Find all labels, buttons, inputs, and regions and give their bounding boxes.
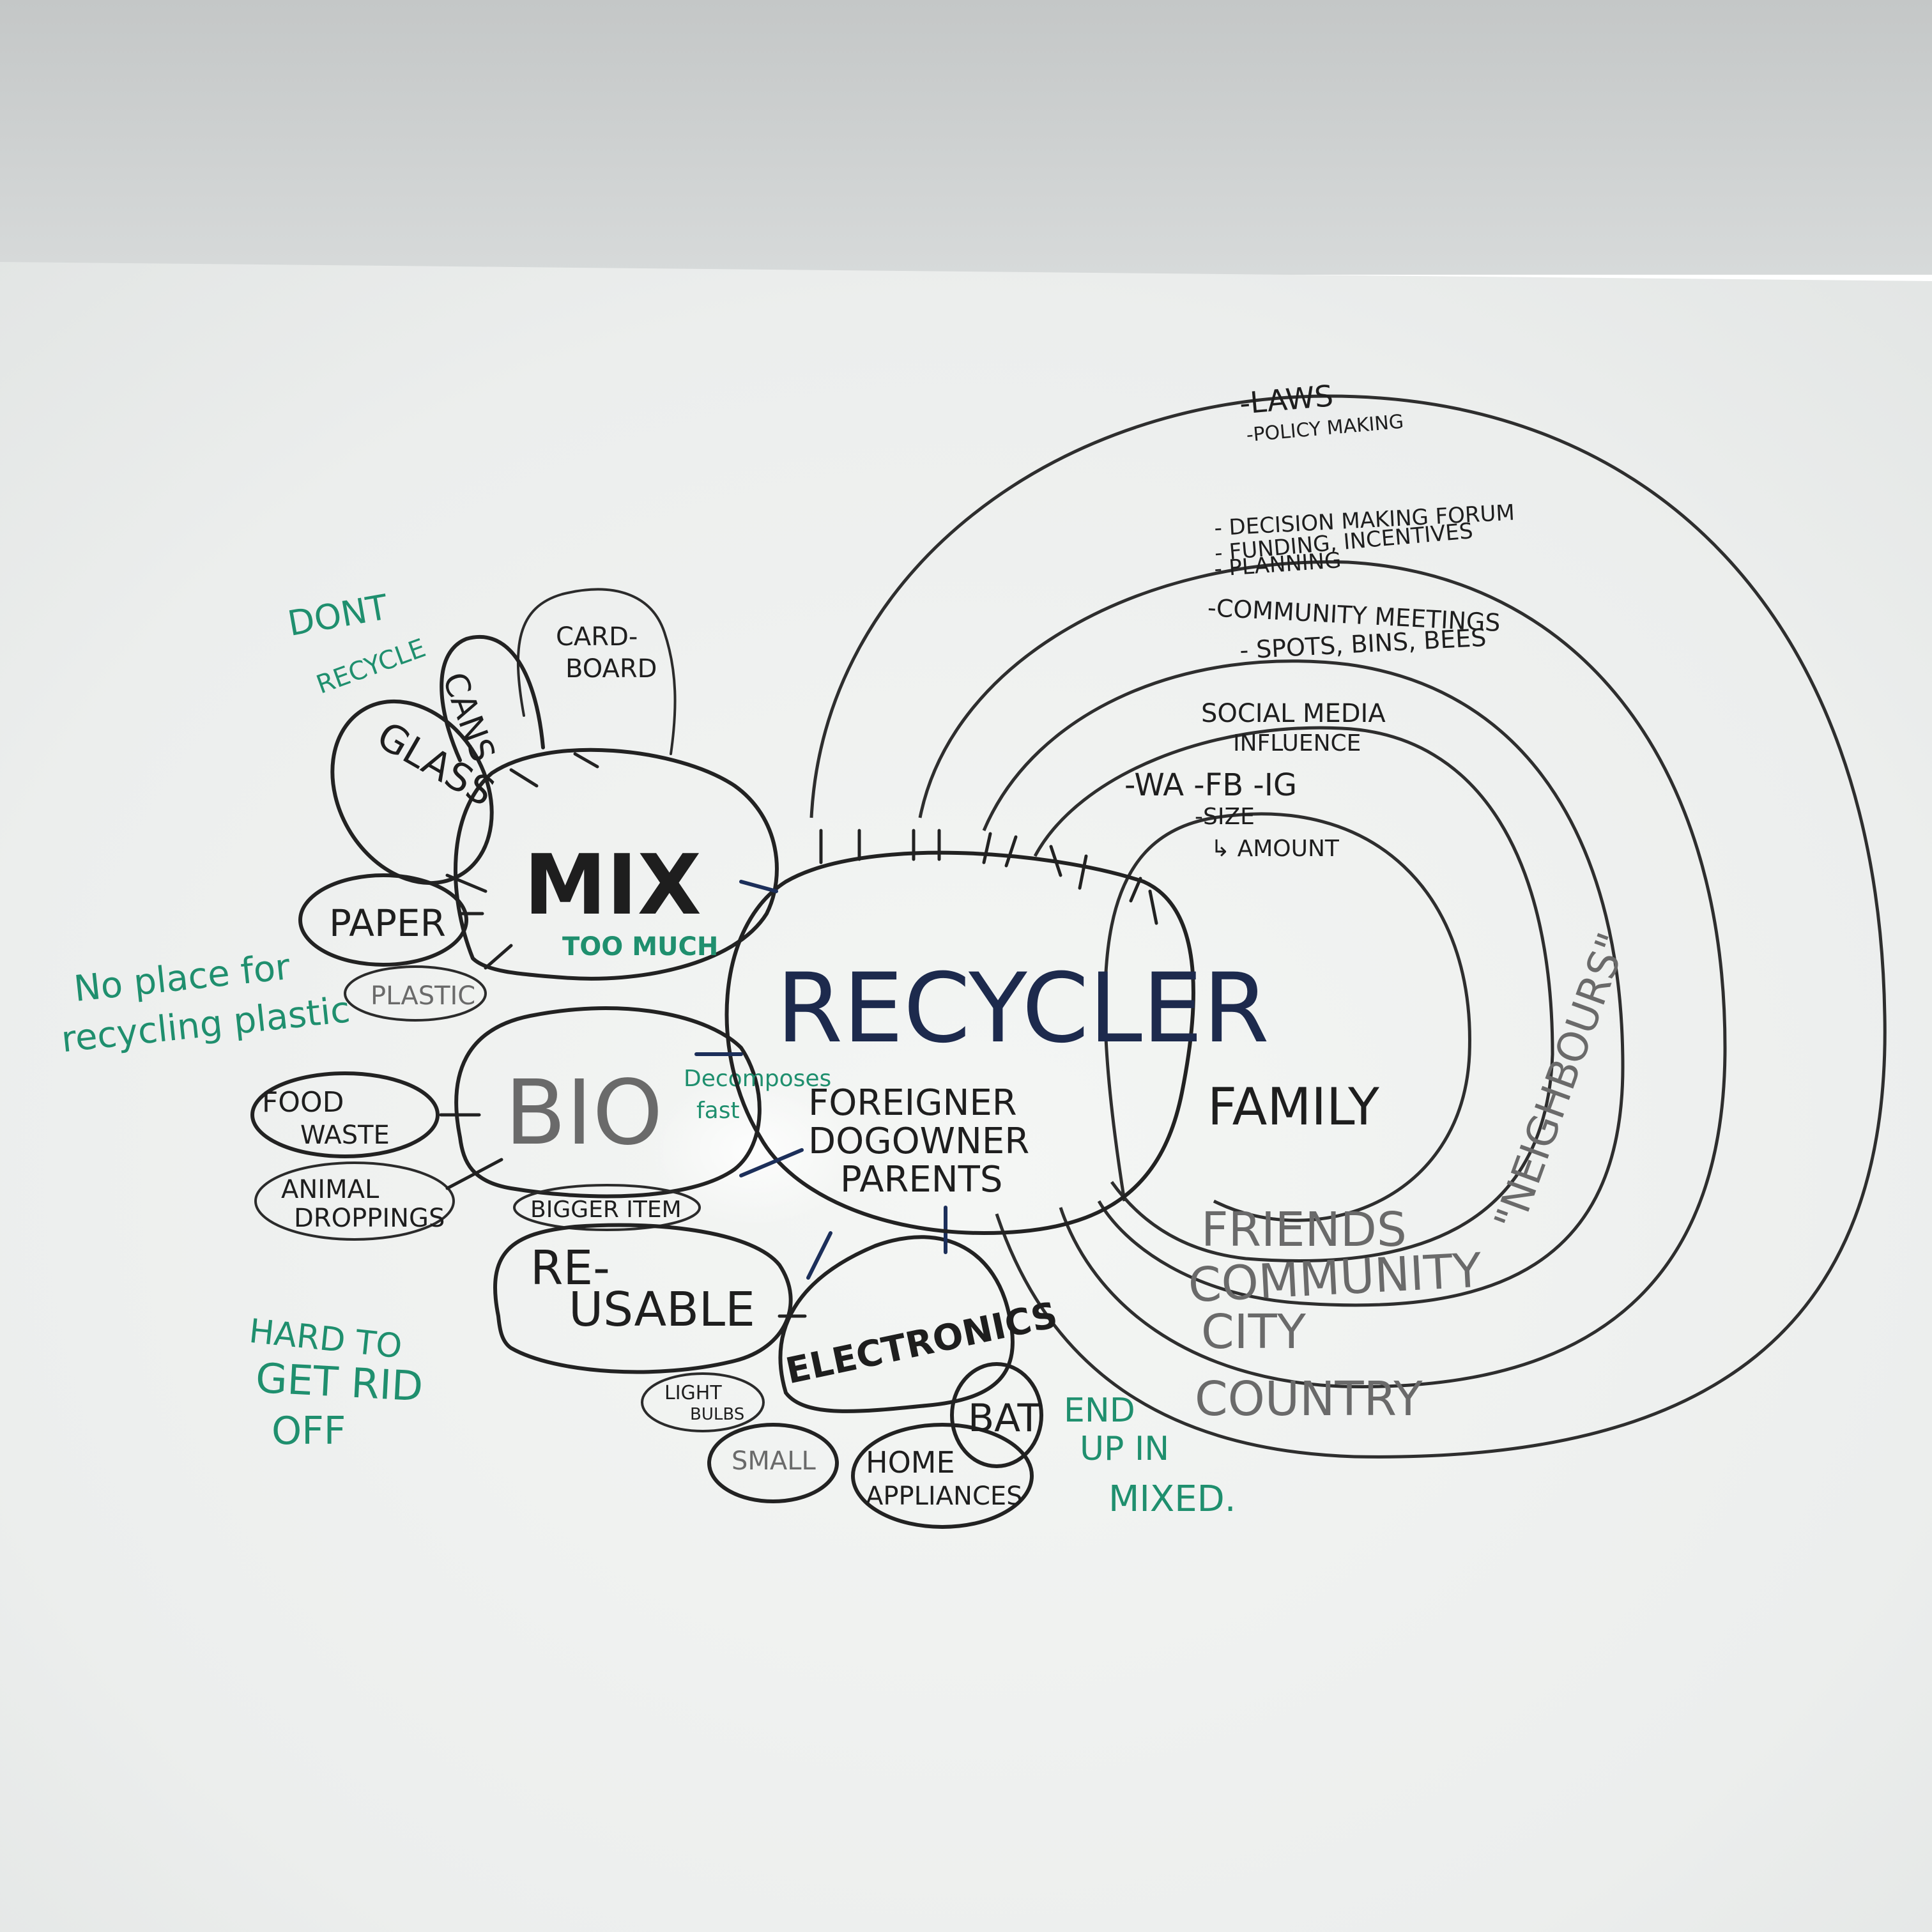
green-end: END xyxy=(1064,1392,1135,1430)
note-social-3: -WA -FB -IG xyxy=(1124,767,1297,803)
label-cardboard-2: BOARD xyxy=(565,654,657,684)
label-home: HOME xyxy=(866,1445,955,1480)
label-light-1: LIGHT xyxy=(664,1382,722,1404)
whiteboard-photo: MIX TOO MUCH CANS CARD- BOARD GLASS PAPE… xyxy=(0,0,1932,1932)
label-appliances: APPLIANCES xyxy=(866,1482,1023,1511)
label-bat: BAT xyxy=(968,1396,1041,1441)
wall-background xyxy=(0,0,1932,275)
note-size: -SIZE xyxy=(1195,804,1255,830)
recycler-foreigner: FOREIGNER xyxy=(808,1082,1017,1124)
label-animal-2: DROPPINGS xyxy=(294,1204,445,1233)
label-city: CITY xyxy=(1201,1305,1307,1360)
mix-note-too-much: TOO MUCH xyxy=(562,932,718,962)
bio-title: BIO xyxy=(505,1061,663,1165)
mix-title: MIX xyxy=(524,836,702,933)
green-off: OFF xyxy=(272,1409,346,1453)
recycler-parents: PARENTS xyxy=(840,1159,1002,1200)
label-food-1: FOOD xyxy=(262,1086,344,1119)
label-plastic: PLASTIC xyxy=(371,981,475,1011)
green-up-in: UP IN xyxy=(1080,1430,1169,1468)
label-cardboard-1: CARD- xyxy=(556,622,638,652)
label-country: COUNTRY xyxy=(1195,1372,1423,1427)
label-animal-1: ANIMAL xyxy=(281,1175,379,1204)
label-family: FAMILY xyxy=(1208,1077,1380,1137)
green-mixed: MIXED. xyxy=(1108,1478,1236,1520)
recycler-title: RECYCLER xyxy=(776,953,1269,1064)
note-social-2: INFLUENCE xyxy=(1233,730,1361,756)
note-amount: ↳ AMOUNT xyxy=(1211,836,1340,862)
recycler-dogowner: DOGOWNER xyxy=(808,1121,1029,1162)
note-social-1: SOCIAL MEDIA xyxy=(1201,699,1386,728)
label-food-2: WASTE xyxy=(300,1121,390,1150)
bio-note-fast: fast xyxy=(696,1098,740,1124)
green-get-rid: GET RID xyxy=(254,1355,424,1411)
label-light-2: BULBS xyxy=(690,1405,744,1424)
label-paper: PAPER xyxy=(329,901,446,945)
label-bigger-item: BIGGER ITEM xyxy=(530,1197,682,1223)
reusable-title-2: USABLE xyxy=(569,1282,755,1337)
label-small: SMALL xyxy=(732,1446,816,1476)
